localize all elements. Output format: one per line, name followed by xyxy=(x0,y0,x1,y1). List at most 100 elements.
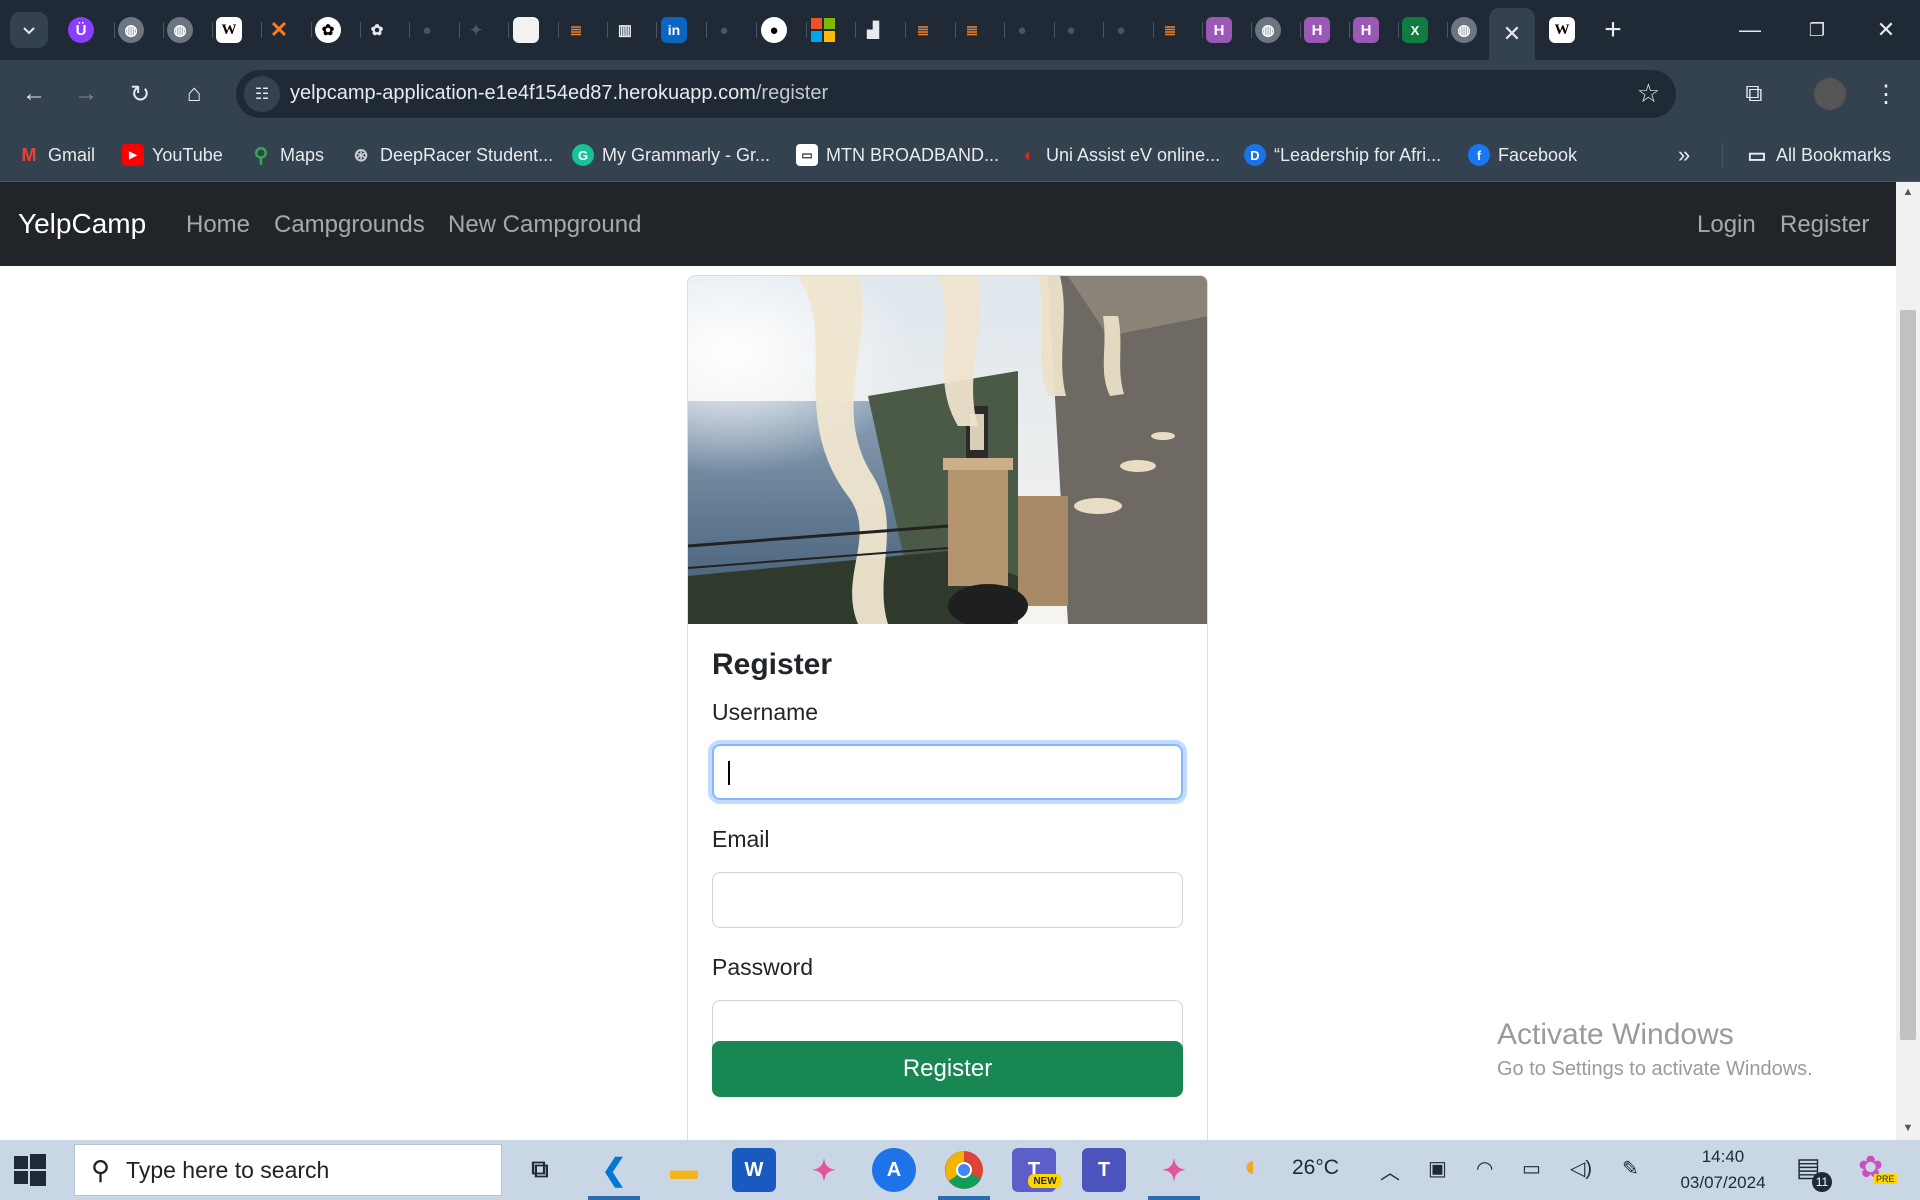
tab-favicon-globe[interactable]: ◍ xyxy=(118,17,144,43)
tab-favicon-medium[interactable]: ● xyxy=(761,17,787,43)
windows-start-icon[interactable] xyxy=(14,1154,46,1186)
notification-count-badge: 11 xyxy=(1812,1172,1832,1192)
tab-favicon-wikipedia[interactable]: W xyxy=(216,17,242,43)
bookmark-label: “Leadership for Afri... xyxy=(1274,144,1442,165)
bookmark-star-icon[interactable]: ☆ xyxy=(1637,78,1660,109)
bookmark-item[interactable]: D “Leadership for Afri... xyxy=(1244,140,1441,170)
task-view-icon[interactable]: ⧉ xyxy=(518,1148,562,1192)
tab-favicon-excel[interactable]: X xyxy=(1402,17,1428,43)
tab-favicon-h[interactable]: H xyxy=(1353,17,1379,43)
word-icon[interactable]: W xyxy=(732,1148,776,1192)
tab-separator xyxy=(1447,22,1448,38)
nav-campgrounds-link[interactable]: Campgrounds xyxy=(274,211,425,239)
running-indicator xyxy=(938,1196,990,1200)
weather-icon[interactable]: ◐ xyxy=(1244,1150,1262,1184)
taskbar-search-box[interactable]: ⚲ Type here to search xyxy=(74,1144,502,1196)
tab-favicon-openai[interactable]: ✿ xyxy=(315,17,341,43)
home-button[interactable]: ⌂ xyxy=(176,76,212,112)
meet-now-icon[interactable]: ▣ xyxy=(1428,1156,1447,1181)
app-store-icon[interactable]: A xyxy=(872,1148,916,1192)
tab-favicon-book[interactable]: ▥ xyxy=(612,17,638,43)
battery-icon[interactable]: ▭ xyxy=(1522,1156,1541,1181)
file-explorer-icon[interactable]: ▬ xyxy=(662,1148,706,1192)
register-button[interactable]: Register xyxy=(712,1041,1183,1097)
menu-button[interactable]: ⋮ xyxy=(1868,76,1904,112)
tab-favicon-globe[interactable]: ◍ xyxy=(1451,17,1477,43)
volume-icon[interactable]: ◁) xyxy=(1570,1156,1592,1181)
tab-strip: Ü ◍ ◍ W ✕ ✿ ✿ ● ✦ ≣ ▥ in ● ● ▟ ≣ ≣ ● ● ●… xyxy=(0,0,1920,60)
close-window-button[interactable]: ✕ xyxy=(1866,12,1906,48)
new-tab-button[interactable]: + xyxy=(1597,13,1629,46)
bookmark-item[interactable]: ⊛ DeepRacer Student... xyxy=(350,140,553,170)
tab-favicon-wikipedia[interactable]: W xyxy=(1549,17,1575,43)
tab-favicon-gemini[interactable]: ✦ xyxy=(463,17,489,43)
tab-favicon-linkedin[interactable]: in xyxy=(661,17,687,43)
address-bar[interactable]: ☷ yelpcamp-application-e1e4f154ed87.hero… xyxy=(236,70,1676,118)
page-scrollbar[interactable]: ▲ ▼ xyxy=(1896,182,1920,1140)
bookmark-item[interactable]: f Facebook xyxy=(1468,140,1577,170)
teams-icon[interactable]: T xyxy=(1082,1148,1126,1192)
back-button[interactable]: ← xyxy=(16,76,52,112)
tab-search-button[interactable] xyxy=(10,12,48,48)
taskbar-clock[interactable]: 14:40 03/07/2024 xyxy=(1668,1144,1778,1196)
tab-favicon-udacity[interactable]: ▟ xyxy=(860,17,886,43)
tab-favicon-u[interactable]: Ü xyxy=(68,17,94,43)
tab-favicon-globe[interactable]: ◍ xyxy=(167,17,193,43)
active-tab[interactable]: ✕ xyxy=(1489,8,1535,60)
tab-favicon-box[interactable] xyxy=(513,17,539,43)
bookmark-item[interactable]: M Gmail xyxy=(18,140,96,170)
close-icon[interactable]: ✕ xyxy=(1503,21,1521,47)
forward-button[interactable]: → xyxy=(68,76,104,112)
tab-favicon-stackoverflow[interactable]: ≣ xyxy=(1157,17,1183,43)
bookmarks-overflow-button[interactable]: » xyxy=(1678,140,1690,170)
tab-favicon-github[interactable]: ● xyxy=(1009,17,1035,43)
pinned-app-icon[interactable]: ✦ xyxy=(802,1148,846,1192)
scroll-thumb[interactable] xyxy=(1900,310,1916,1040)
tab-favicon-stackoverflow[interactable]: ≣ xyxy=(563,17,589,43)
bookmark-item[interactable]: G My Grammarly - Gr... xyxy=(572,140,770,170)
nav-new-campground-link[interactable]: New Campground xyxy=(448,211,641,239)
bookmark-item[interactable]: ▶ YouTube xyxy=(122,140,223,170)
tab-favicon-h[interactable]: H xyxy=(1206,17,1232,43)
reload-button[interactable]: ↻ xyxy=(122,76,158,112)
brand-link[interactable]: YelpCamp xyxy=(18,208,146,240)
tab-favicon-globe[interactable]: ◍ xyxy=(1255,17,1281,43)
tab-favicon-openai[interactable]: ✿ xyxy=(364,17,390,43)
pen-icon[interactable]: ✎ xyxy=(1622,1156,1639,1181)
nav-register-link[interactable]: Register xyxy=(1780,211,1869,239)
extensions-button[interactable]: ⧉ xyxy=(1736,76,1772,112)
site-info-icon[interactable]: ☷ xyxy=(244,76,280,112)
tab-favicon-github[interactable]: ● xyxy=(414,17,440,43)
nav-home-link[interactable]: Home xyxy=(186,211,250,239)
tab-favicon-stackoverflow[interactable]: ≣ xyxy=(959,17,985,43)
nav-login-link[interactable]: Login xyxy=(1697,211,1756,239)
chrome-icon[interactable] xyxy=(942,1148,986,1192)
bookmark-item[interactable]: ◖ Uni Assist eV online... xyxy=(1016,140,1221,170)
tab-favicon-stackoverflow[interactable]: ≣ xyxy=(910,17,936,43)
chevron-up-icon[interactable]: ︿ xyxy=(1380,1156,1400,1185)
bookmark-item[interactable]: ▭ MTN BROADBAND... xyxy=(796,140,999,170)
wifi-icon[interactable]: ◠ xyxy=(1476,1156,1493,1181)
profile-avatar[interactable] xyxy=(1814,78,1846,110)
scroll-down-icon[interactable]: ▼ xyxy=(1902,1122,1914,1134)
uniassist-icon: ◖ xyxy=(1021,144,1033,165)
username-input[interactable] xyxy=(712,744,1183,800)
tab-favicon-github[interactable]: ● xyxy=(1058,17,1084,43)
bookmark-label: Facebook xyxy=(1498,144,1578,165)
username-label: Username xyxy=(712,699,819,725)
bookmark-item[interactable]: ⚲ Maps xyxy=(250,140,324,170)
restore-button[interactable]: ❐ xyxy=(1797,12,1837,48)
address-url[interactable]: yelpcamp-application-e1e4f154ed87.heroku… xyxy=(290,82,828,105)
weather-temperature[interactable]: 26°C xyxy=(1292,1156,1339,1180)
tab-favicon-h[interactable]: H xyxy=(1304,17,1330,43)
all-bookmarks-button[interactable]: ▭ All Bookmarks xyxy=(1746,140,1891,170)
minimize-button[interactable]: — xyxy=(1730,12,1770,48)
email-input[interactable] xyxy=(712,872,1183,928)
tab-favicon-x[interactable]: ✕ xyxy=(266,17,292,43)
tab-favicon-github[interactable]: ● xyxy=(711,17,737,43)
tab-favicon-microsoft[interactable] xyxy=(810,17,836,43)
tab-favicon-github[interactable]: ● xyxy=(1108,17,1134,43)
vscode-icon[interactable]: ❮ xyxy=(592,1148,636,1192)
pinned-app-icon[interactable]: ✦ xyxy=(1152,1148,1196,1192)
scroll-up-icon[interactable]: ▲ xyxy=(1902,186,1914,198)
